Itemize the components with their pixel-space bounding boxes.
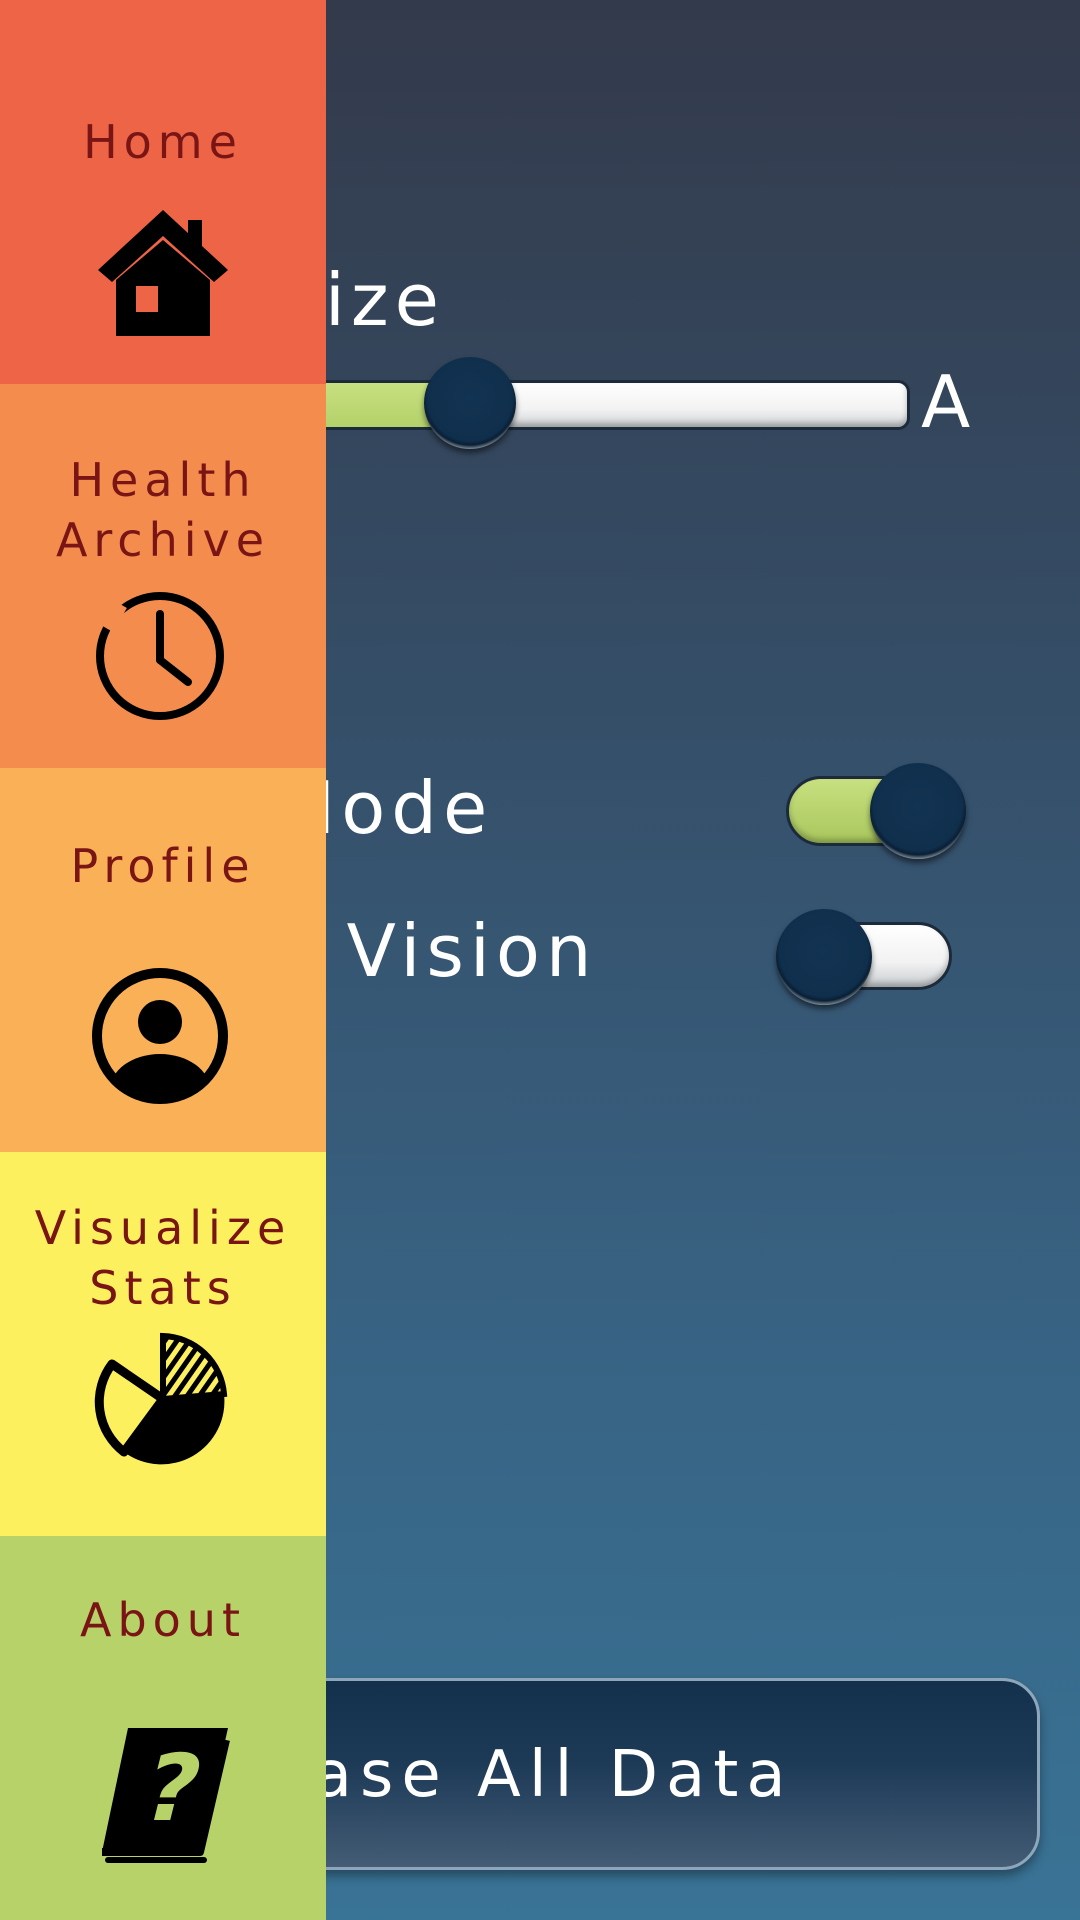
help-book-icon: ? <box>88 1720 238 1870</box>
clock-icon <box>88 584 238 734</box>
nav-item-label: About <box>79 1593 246 1647</box>
slider-thumb[interactable] <box>424 357 516 449</box>
nav-item-label-line2: Archive <box>55 513 271 567</box>
nav-item-visualize-stats[interactable]: Visualize Stats <box>0 1152 326 1536</box>
nav-item-label: Profile <box>70 839 256 893</box>
nav-item-profile[interactable]: Profile <box>0 768 326 1152</box>
nav-item-label: Home <box>83 115 243 169</box>
nav-item-about[interactable]: About ? <box>0 1536 326 1920</box>
user-circle-icon <box>88 960 238 1110</box>
home-icon <box>88 200 238 350</box>
pie-chart-icon <box>88 1324 238 1474</box>
nav-item-label-line2: Stats <box>89 1261 237 1315</box>
nav-item-label: Health <box>69 453 257 507</box>
night-mode-toggle-knob[interactable] <box>870 763 966 859</box>
nav-item-health-archive[interactable]: Health Archive <box>0 384 326 768</box>
nav-item-home[interactable]: Home <box>0 0 326 384</box>
tunnel-vision-toggle-knob[interactable] <box>776 909 872 1005</box>
navigation-drawer: Home Health Archive Profile Visualize St… <box>0 0 326 1920</box>
slider-large-a-label: A <box>921 360 971 444</box>
font-size-slider[interactable] <box>240 380 910 430</box>
nav-item-label: Visualize <box>34 1201 292 1255</box>
